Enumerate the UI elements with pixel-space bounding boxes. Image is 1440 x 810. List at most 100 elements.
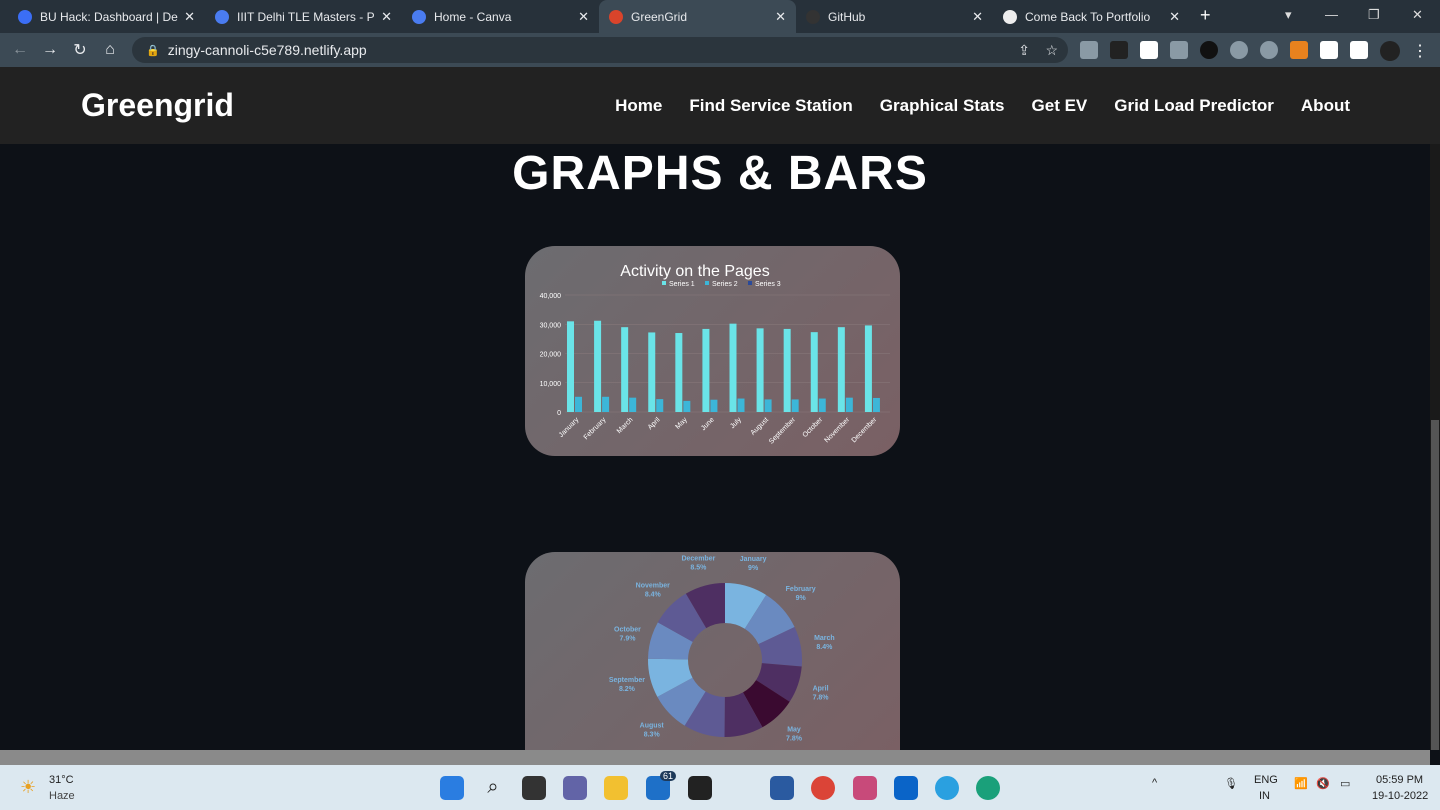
bar — [710, 399, 718, 412]
nav-link[interactable]: Grid Load Predictor — [1114, 96, 1274, 116]
favicon-icon — [806, 9, 820, 24]
close-icon[interactable]: ✕ — [381, 9, 392, 25]
y-tick-label: 10,000 — [540, 381, 562, 388]
address-bar-row: ← → ↻ ⌂ 🔒 zingy-cannoli-c5e789.netlify.ap… — [0, 33, 1440, 67]
tab-search-icon[interactable]: ▾ — [1285, 7, 1292, 23]
bar — [737, 398, 745, 412]
tab[interactable]: Home - Canva ✕ — [402, 0, 599, 33]
chart-title: Activity on the Pages — [620, 263, 769, 280]
legend-swatch — [662, 281, 666, 285]
new-tab-button[interactable]: + — [1200, 5, 1211, 26]
reload-icon[interactable]: ↻ — [65, 40, 95, 60]
language[interactable]: ENG — [1254, 774, 1278, 786]
task-view-icon[interactable] — [522, 776, 546, 800]
close-icon[interactable]: ✕ — [775, 9, 786, 25]
nav-link[interactable]: Get EV — [1032, 96, 1088, 116]
y-tick-label: 30,000 — [540, 322, 562, 329]
tab-strip: BU Hack: Dashboard | Devfolio✕IIIT Delhi… — [0, 0, 1440, 33]
nav-link[interactable]: About — [1301, 96, 1350, 116]
restore-icon[interactable]: ❐ — [1368, 7, 1380, 23]
page-scrollbar[interactable] — [1430, 144, 1440, 750]
slice-label: November — [636, 582, 671, 589]
horizontal-scrollbar[interactable] — [0, 750, 1430, 765]
avatar[interactable] — [1380, 41, 1400, 61]
extension-icon[interactable] — [1260, 41, 1278, 59]
logo[interactable]: Greengrid — [81, 87, 234, 124]
extension-icon[interactable] — [1170, 41, 1188, 59]
slice-label: October — [614, 627, 641, 634]
favicon-icon — [1003, 9, 1017, 24]
bar — [783, 328, 791, 412]
favicon-icon — [18, 9, 32, 24]
edge-icon[interactable] — [976, 776, 1000, 800]
bar — [818, 398, 826, 412]
language-region[interactable]: IN — [1259, 790, 1270, 802]
tab[interactable]: GitHub ✕ — [796, 0, 993, 33]
chrome-icon[interactable] — [811, 776, 835, 800]
clock-time[interactable]: 05:59 PM — [1376, 774, 1423, 786]
microphone-icon[interactable]: 🎙 — [1224, 777, 1238, 790]
bar-chart: Activity on the PagesSeries 1 Series 2 Ser… — [540, 263, 890, 446]
tab[interactable]: IIIT Delhi TLE Masters - Presentation✕ — [205, 0, 402, 33]
temperature[interactable]: 31°C — [49, 774, 74, 786]
tab[interactable]: BU Hack: Dashboard | Devfolio✕ — [8, 0, 205, 33]
window-close-icon[interactable]: ✕ — [1412, 7, 1423, 23]
bar — [791, 399, 799, 412]
puzzle-icon[interactable] — [1320, 41, 1338, 59]
outlook-icon[interactable] — [894, 776, 918, 800]
menu-icon[interactable]: ⋮ — [1412, 41, 1428, 61]
back-icon[interactable]: ← — [5, 41, 35, 59]
metamask-icon[interactable] — [1290, 41, 1308, 59]
store-icon[interactable] — [770, 776, 794, 800]
extension-icon[interactable] — [1200, 41, 1218, 59]
extension-icon[interactable] — [1110, 41, 1128, 59]
bar — [648, 332, 656, 412]
tab[interactable]: Come Back To Portfolio ✕ — [993, 0, 1190, 33]
tab[interactable]: GreenGrid ✕ — [599, 0, 796, 33]
volume-muted-icon[interactable]: 🔇 — [1316, 777, 1330, 790]
nav-link[interactable]: Graphical Stats — [880, 96, 1005, 116]
nav-link[interactable]: Find Service Station — [689, 96, 852, 116]
slice-label: September — [609, 677, 645, 684]
extension-icon[interactable] — [1080, 41, 1098, 59]
file-explorer-icon[interactable] — [604, 776, 628, 800]
home-icon[interactable]: ⌂ — [95, 41, 125, 59]
clock-date[interactable]: 19-10-2022 — [1372, 790, 1428, 802]
y-tick-label: 0 — [557, 410, 561, 417]
telegram-icon[interactable] — [935, 776, 959, 800]
share-icon[interactable]: ⇪ — [1018, 42, 1030, 59]
search-icon[interactable]: ⌕ — [481, 776, 505, 800]
forward-icon[interactable]: → — [35, 41, 65, 59]
teams-icon[interactable] — [563, 776, 587, 800]
legend-swatch — [705, 281, 709, 285]
bar — [764, 399, 772, 412]
scrollbar-thumb[interactable] — [1431, 420, 1439, 750]
start-icon[interactable] — [440, 776, 464, 800]
close-icon[interactable]: ✕ — [972, 9, 983, 25]
weather-text[interactable]: Haze — [49, 790, 75, 802]
sidepanel-icon[interactable] — [1350, 41, 1368, 59]
close-icon[interactable]: ✕ — [1169, 9, 1180, 25]
extension-icon[interactable] — [1230, 41, 1248, 59]
x-tick-label: July — [729, 416, 743, 430]
star-icon[interactable]: ☆ — [1045, 42, 1058, 59]
tray-chevron-icon[interactable]: ^ — [1152, 777, 1157, 789]
battery-icon[interactable]: ▭ — [1340, 777, 1350, 790]
close-icon[interactable]: ✕ — [578, 9, 589, 25]
wifi-icon[interactable]: 📶 — [1294, 777, 1308, 790]
favicon-icon — [412, 9, 426, 24]
close-icon[interactable]: ✕ — [184, 9, 195, 25]
minimize-icon[interactable]: — — [1325, 7, 1338, 22]
bar — [629, 397, 637, 412]
slice-value: 7.8% — [813, 695, 830, 702]
snipping-icon[interactable] — [853, 776, 877, 800]
x-tick-label: January — [558, 416, 581, 439]
bar — [872, 397, 880, 412]
x-tick-label: December — [851, 416, 879, 444]
nav-link[interactable]: Home — [615, 96, 662, 116]
sticky-notes-icon[interactable] — [688, 776, 712, 800]
slice-label: March — [814, 635, 835, 642]
extension-icon[interactable] — [1140, 41, 1158, 59]
url-input[interactable]: 🔒 zingy-cannoli-c5e789.netlify.app ⇪ ☆ — [132, 37, 1068, 63]
page-title: GRAPHS & BARS — [512, 147, 928, 200]
